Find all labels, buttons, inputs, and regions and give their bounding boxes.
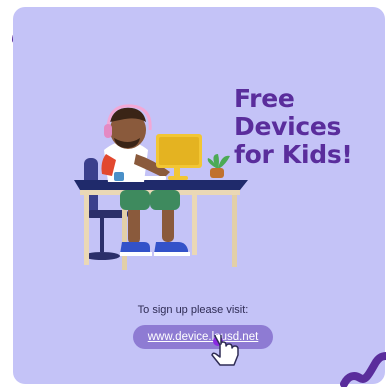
headline-line-1: Free bbox=[234, 84, 295, 113]
signup-prompt: To sign up please visit: bbox=[137, 304, 249, 316]
squiggle-decoration-bottom-right bbox=[340, 352, 386, 387]
boy-at-desk-illustration bbox=[74, 104, 248, 270]
headline: Free Devices for Kids! bbox=[234, 85, 374, 169]
hand-pointer-icon bbox=[211, 335, 239, 366]
headline-line-3: for Kids! bbox=[234, 140, 353, 169]
signup-url-link[interactable]: www.device.lausd.net bbox=[133, 325, 273, 349]
flyer-canvas: Free Devices for Kids! To sign up please… bbox=[0, 0, 386, 387]
headline-line-2: Devices bbox=[234, 112, 342, 141]
